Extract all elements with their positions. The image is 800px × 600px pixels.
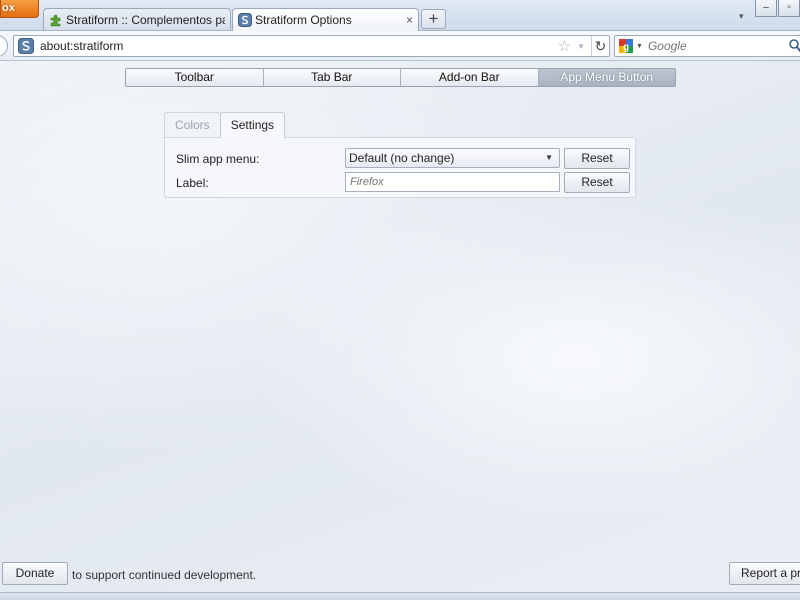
donate-caption: to support continued development. bbox=[72, 568, 257, 582]
settings-panel: Slim app menu: Default (no change) ▼ Res… bbox=[164, 137, 636, 198]
url-text[interactable]: about:stratiform bbox=[40, 39, 558, 53]
tab-stratiform-addons[interactable]: Stratiform :: Complementos par... bbox=[43, 8, 231, 30]
report-problem-button[interactable]: Report a pro bbox=[729, 562, 800, 585]
svg-text:g: g bbox=[623, 42, 629, 53]
bookmark-star-icon[interactable]: ☆ bbox=[558, 37, 571, 55]
reset-label-button[interactable]: Reset bbox=[564, 172, 630, 193]
stratiform-s-icon bbox=[18, 38, 34, 54]
search-bar[interactable]: g ▼ bbox=[614, 35, 800, 57]
close-tab-icon[interactable]: × bbox=[406, 13, 413, 27]
slim-app-menu-label: Slim app menu: bbox=[176, 152, 260, 166]
donate-button[interactable]: Donate bbox=[2, 562, 68, 585]
status-bar bbox=[0, 592, 800, 600]
back-button[interactable] bbox=[0, 35, 8, 57]
section-addon-bar[interactable]: Add-on Bar bbox=[400, 69, 538, 86]
tab-label: Stratiform :: Complementos par... bbox=[66, 12, 225, 27]
firefox-app-menu-button[interactable]: ox bbox=[0, 0, 39, 18]
search-icon[interactable] bbox=[788, 38, 800, 54]
reload-icon[interactable]: ↻ bbox=[591, 36, 609, 56]
chevron-down-icon: ▼ bbox=[545, 153, 553, 162]
tab-settings[interactable]: Settings bbox=[219, 112, 286, 138]
puzzle-piece-icon bbox=[50, 14, 61, 26]
app-button-label-input[interactable] bbox=[345, 172, 560, 192]
history-dropdown-icon[interactable]: ▼ bbox=[577, 42, 585, 51]
search-input[interactable] bbox=[647, 39, 778, 53]
section-selector: Toolbar Tab Bar Add-on Bar App Menu Butt… bbox=[125, 68, 676, 87]
minimize-button[interactable]: – bbox=[755, 0, 777, 17]
navigation-bar: about:stratiform ☆ ▼ ↻ g ▼ bbox=[0, 30, 800, 61]
section-tab-bar[interactable]: Tab Bar bbox=[262, 69, 401, 86]
slim-app-menu-select[interactable]: Default (no change) ▼ bbox=[345, 148, 560, 168]
tab-colors[interactable]: Colors bbox=[164, 112, 221, 138]
restore-button[interactable]: ▫ bbox=[778, 0, 800, 17]
title-bar: ox Stratiform :: Complementos par... Str… bbox=[0, 0, 800, 31]
section-app-menu-button[interactable]: App Menu Button bbox=[537, 69, 675, 86]
tab-stratiform-options[interactable]: Stratiform Options × bbox=[232, 8, 419, 31]
stratiform-s-icon bbox=[238, 13, 252, 27]
new-tab-button[interactable]: + bbox=[421, 9, 446, 29]
url-bar[interactable]: about:stratiform ☆ ▼ ↻ bbox=[13, 35, 610, 57]
section-toolbar[interactable]: Toolbar bbox=[126, 69, 263, 86]
tab-label: Stratiform Options bbox=[255, 13, 352, 27]
google-engine-icon[interactable]: g bbox=[618, 38, 634, 54]
tab-list-dropdown-icon[interactable]: ▾ bbox=[739, 11, 744, 22]
settings-tab-strip: Colors Settings bbox=[164, 112, 286, 138]
slim-app-menu-value: Default (no change) bbox=[349, 151, 455, 165]
reset-slim-menu-button[interactable]: Reset bbox=[564, 148, 630, 169]
engine-dropdown-icon[interactable]: ▼ bbox=[636, 43, 643, 50]
options-page: Toolbar Tab Bar Add-on Bar App Menu Butt… bbox=[0, 61, 800, 600]
label-field-label: Label: bbox=[176, 176, 209, 190]
